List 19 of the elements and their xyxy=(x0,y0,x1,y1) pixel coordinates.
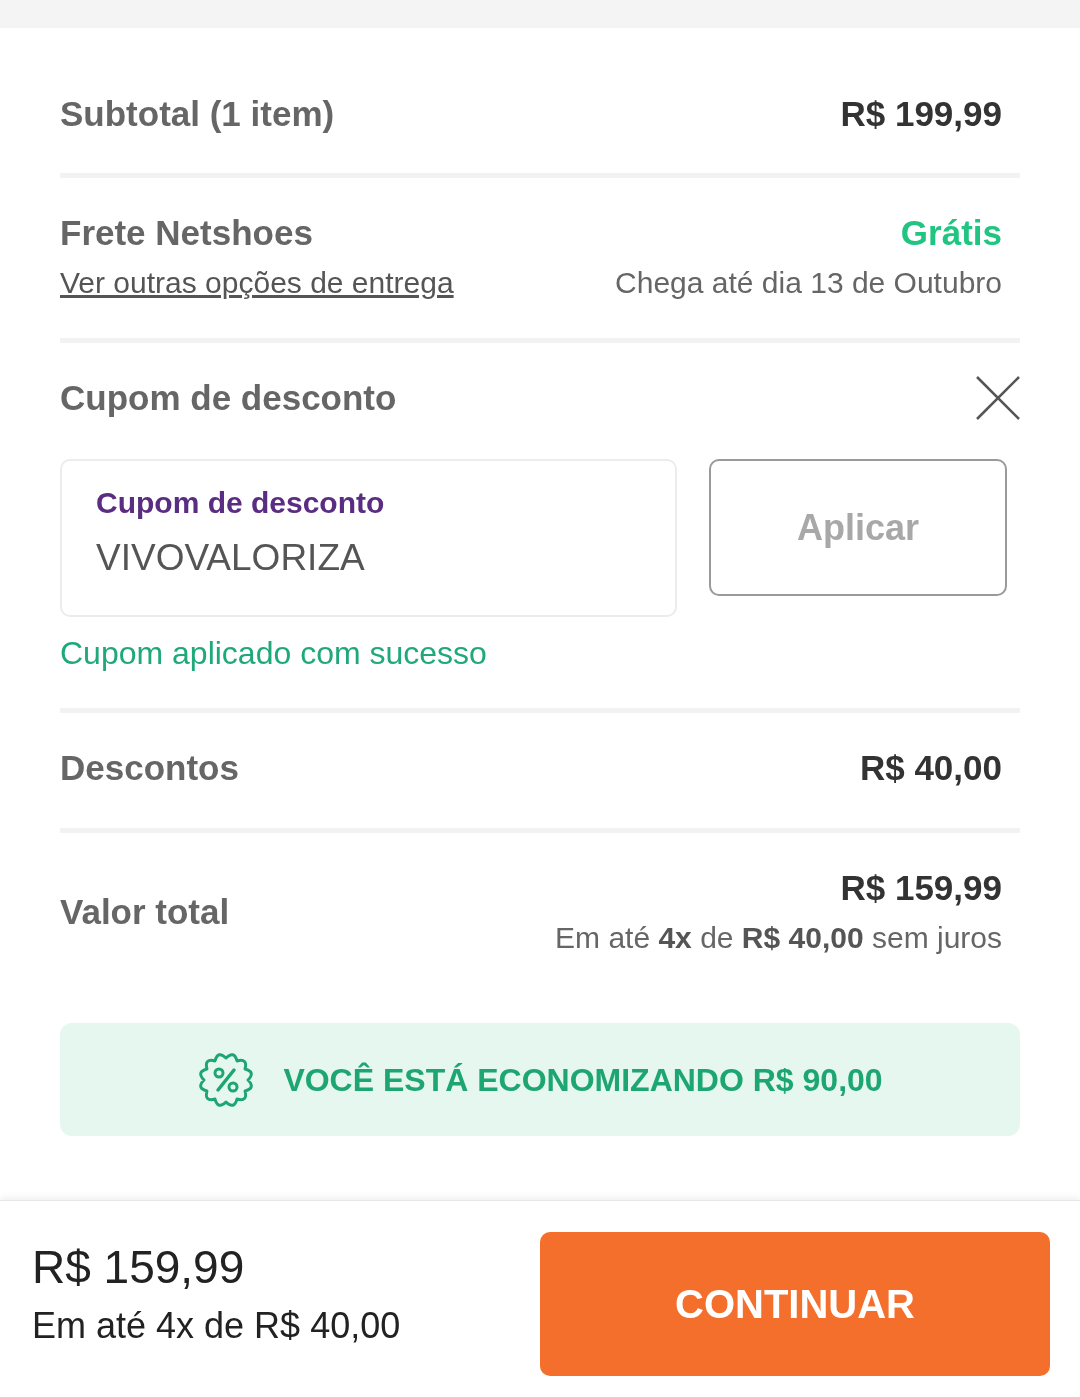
bottom-installments: Em até 4x de R$ 40,00 xyxy=(32,1304,401,1348)
bottom-price: R$ 159,99 xyxy=(32,1240,245,1295)
close-icon[interactable] xyxy=(976,376,1020,420)
delivery-options-link[interactable]: Ver outras opções de entrega xyxy=(60,263,454,303)
discounts-value: R$ 40,00 xyxy=(859,747,1002,789)
total-label: Valor total xyxy=(60,891,230,933)
discounts-label: Descontos xyxy=(60,747,239,789)
total-price: R$ 159,99 xyxy=(840,867,1002,909)
coupon-title: Cupom de desconto xyxy=(60,377,397,419)
savings-text: VOCÊ ESTÁ ECONOMIZANDO R$ 90,00 xyxy=(283,1060,883,1100)
shipping-label: Frete Netshoes xyxy=(60,212,313,254)
delivery-date: Chega até dia 13 de Outubro xyxy=(615,265,1002,301)
coupon-input-field[interactable]: Cupom de desconto VIVOVALORIZA xyxy=(60,459,677,617)
installments-text: Em até 4x de R$ 40,00 sem juros xyxy=(555,920,1002,956)
coupon-success-message: Cupom aplicado com sucesso xyxy=(60,634,487,673)
shipping-price: Grátis xyxy=(900,212,1002,254)
discount-badge-icon xyxy=(197,1050,256,1109)
subtotal-label: Subtotal (1 item) xyxy=(60,93,335,135)
subtotal-price: R$ 199,99 xyxy=(840,93,1002,135)
